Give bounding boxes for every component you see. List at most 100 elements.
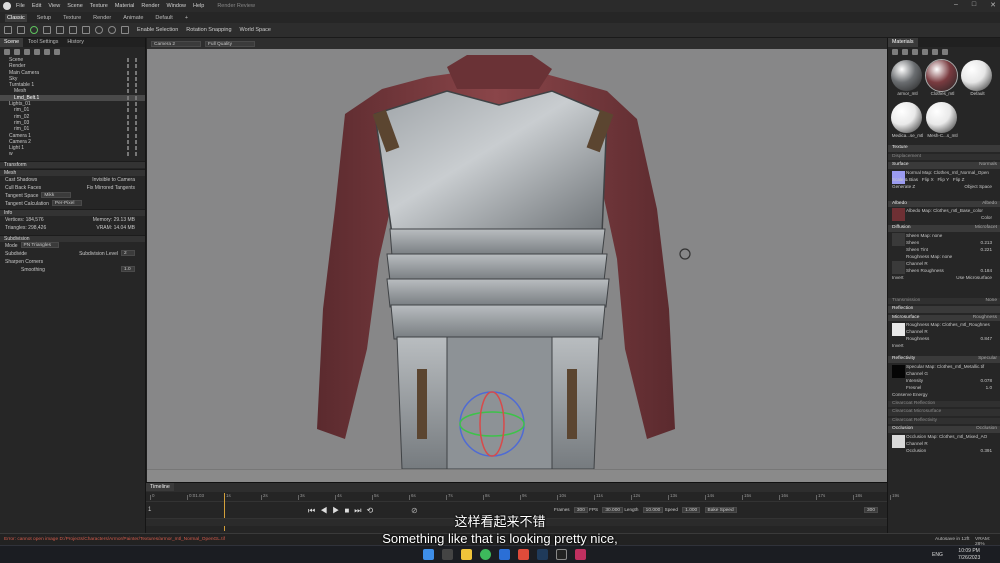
box-select-icon[interactable] — [82, 26, 90, 34]
duplicate-icon[interactable] — [902, 49, 908, 55]
delete-icon[interactable] — [54, 49, 60, 55]
rotate-icon[interactable] — [30, 26, 38, 34]
tab-add[interactable]: + — [183, 14, 190, 22]
visibility-icon[interactable] — [127, 152, 137, 157]
subdivision-section[interactable]: Subdivision — [0, 234, 145, 242]
subdiv-level-input[interactable]: 2 — [121, 250, 135, 257]
menu-view[interactable]: View — [48, 3, 60, 9]
paint-select-icon[interactable] — [108, 26, 116, 34]
new-material-icon[interactable] — [892, 49, 898, 55]
intensity-value[interactable]: 0.078 — [981, 377, 993, 384]
quality-select[interactable]: Full Quality — [205, 40, 255, 47]
conserve-energy-checkbox[interactable]: Conserve Energy — [892, 392, 928, 397]
sheen-map-file[interactable]: none — [932, 233, 942, 238]
flip-z-checkbox[interactable]: Flip Z — [953, 177, 964, 182]
lasso-icon[interactable] — [95, 26, 103, 34]
roughness-value[interactable]: 0.847 — [981, 335, 993, 342]
roughness-channel-select[interactable]: R — [924, 329, 927, 334]
visibility-icon[interactable] — [127, 83, 137, 88]
visibility-icon[interactable] — [127, 102, 137, 107]
clearcoat-reflection-section[interactable]: Clearcoat Reflection — [888, 400, 1000, 407]
displacement-section[interactable]: Displacement — [888, 153, 1000, 160]
scale-icon[interactable] — [43, 26, 51, 34]
tab-default[interactable]: Default — [153, 14, 174, 22]
occlusion-section[interactable]: Occlusion — [892, 426, 913, 431]
tab-scene[interactable]: Scene — [0, 38, 24, 47]
file-explorer-icon[interactable] — [461, 549, 472, 560]
menu-file[interactable]: File — [16, 3, 25, 9]
clearcoat-reflectivity-section[interactable]: Clearcoat Reflectivity — [888, 417, 1000, 424]
visibility-icon[interactable] — [127, 70, 137, 75]
tangent-calc-select[interactable]: Per-Pixel — [51, 200, 82, 207]
move-icon[interactable] — [17, 26, 25, 34]
roughness-invert-checkbox[interactable]: Invert — [892, 343, 904, 348]
visibility-icon[interactable] — [127, 58, 137, 62]
visibility-icon[interactable] — [127, 120, 137, 125]
visibility-icon[interactable] — [127, 114, 137, 119]
menu-scene[interactable]: Scene — [67, 3, 83, 9]
specular-map-file[interactable]: Clothes_mtl_Metallic.tif — [937, 364, 984, 369]
menu-render[interactable]: Render — [141, 3, 159, 9]
pivot-icon[interactable] — [69, 26, 77, 34]
fresnel-value[interactable]: 1.0 — [986, 384, 992, 391]
transmission-type[interactable]: None — [986, 298, 997, 305]
app-icon-3[interactable] — [537, 549, 548, 560]
scale-bias-checkbox[interactable]: Scale & Bias — [892, 177, 918, 182]
camera-select[interactable]: Camera 2 — [151, 40, 201, 47]
tab-classic[interactable]: Classic — [5, 13, 27, 22]
surface-section[interactable]: Surface — [892, 162, 909, 167]
normal-map-file[interactable]: Clothes_mtl_Normal_Open — [934, 170, 989, 175]
add-object-icon[interactable] — [4, 49, 10, 55]
tab-render[interactable]: Render — [91, 14, 113, 22]
export-icon[interactable] — [922, 49, 928, 55]
roughness-map-file[interactable]: Clothes_mtl_Roughnes — [942, 322, 990, 327]
app-icon-1[interactable] — [499, 549, 510, 560]
sheen-roughness-map-file[interactable]: none — [942, 254, 952, 259]
clearcoat-microsurface-section[interactable]: Clearcoat Microsurface — [888, 409, 1000, 416]
albedo-map-file[interactable]: Clothes_mtl_Base_color — [933, 208, 983, 213]
viewport-scroll[interactable] — [147, 469, 887, 482]
tab-animate[interactable]: Animate — [121, 14, 145, 22]
subdivide-checkbox[interactable]: Subdivide — [5, 251, 27, 257]
search-icon[interactable] — [442, 549, 453, 560]
world-space-toggle[interactable]: World Space — [240, 27, 271, 33]
object-space-checkbox[interactable]: Object Space — [964, 183, 992, 190]
reflection-section[interactable]: Reflection — [888, 306, 1000, 313]
color-label[interactable]: Color — [981, 214, 992, 221]
material-thumb[interactable]: Mesh-C...s_mtl — [926, 101, 959, 141]
use-microsurface-checkbox[interactable]: Use Microsurface — [956, 274, 992, 281]
tab-texture[interactable]: Texture — [61, 14, 83, 22]
viewport[interactable]: Camera 2 Full Quality — [147, 38, 887, 482]
sharpen-corners-checkbox[interactable]: Sharpen Corners — [5, 259, 43, 265]
visibility-icon[interactable] — [127, 146, 137, 151]
info-section[interactable]: Info — [0, 208, 145, 216]
light-gizmo-icon[interactable] — [679, 248, 691, 260]
sheen-tint-value[interactable]: 0.221 — [981, 246, 993, 253]
specular-channel-select[interactable]: G — [924, 371, 928, 376]
select-arrow-icon[interactable] — [4, 26, 12, 34]
menu-window[interactable]: Window — [166, 3, 186, 9]
language-indicator[interactable]: ENG — [932, 552, 943, 558]
material-thumb[interactable]: Clothes_mtl — [925, 59, 959, 99]
visibility-icon[interactable] — [127, 139, 137, 144]
visibility-icon[interactable] — [127, 108, 137, 113]
visibility-icon[interactable] — [127, 95, 137, 100]
material-thumb[interactable]: Medica...se_mtl — [891, 101, 924, 141]
flip-x-checkbox[interactable]: Flip X — [922, 177, 934, 182]
chrome-icon[interactable] — [480, 549, 491, 560]
sheen-channel-select[interactable]: R — [924, 261, 927, 266]
tab-tool-settings[interactable]: Tool Settings — [24, 38, 62, 47]
scene-tree-item[interactable]: w — [0, 151, 145, 157]
maximize-icon[interactable]: □ — [972, 1, 976, 9]
sheen-value[interactable]: 0.213 — [981, 239, 993, 246]
windows-start-icon[interactable] — [423, 549, 434, 560]
invisible-to-camera-checkbox[interactable]: Invisible to Camera — [92, 176, 135, 184]
generate-z-checkbox[interactable]: Generate Z — [892, 184, 915, 189]
light-icon[interactable] — [14, 49, 20, 55]
cast-shadows-checkbox[interactable]: Cast Shadows — [5, 177, 37, 183]
occlusion-value[interactable]: 0.391 — [981, 447, 993, 454]
microsurface-section[interactable]: Microsurface — [892, 315, 919, 320]
visibility-icon[interactable] — [127, 133, 137, 138]
sky-icon[interactable] — [34, 49, 40, 55]
menu-material[interactable]: Material — [115, 3, 135, 9]
